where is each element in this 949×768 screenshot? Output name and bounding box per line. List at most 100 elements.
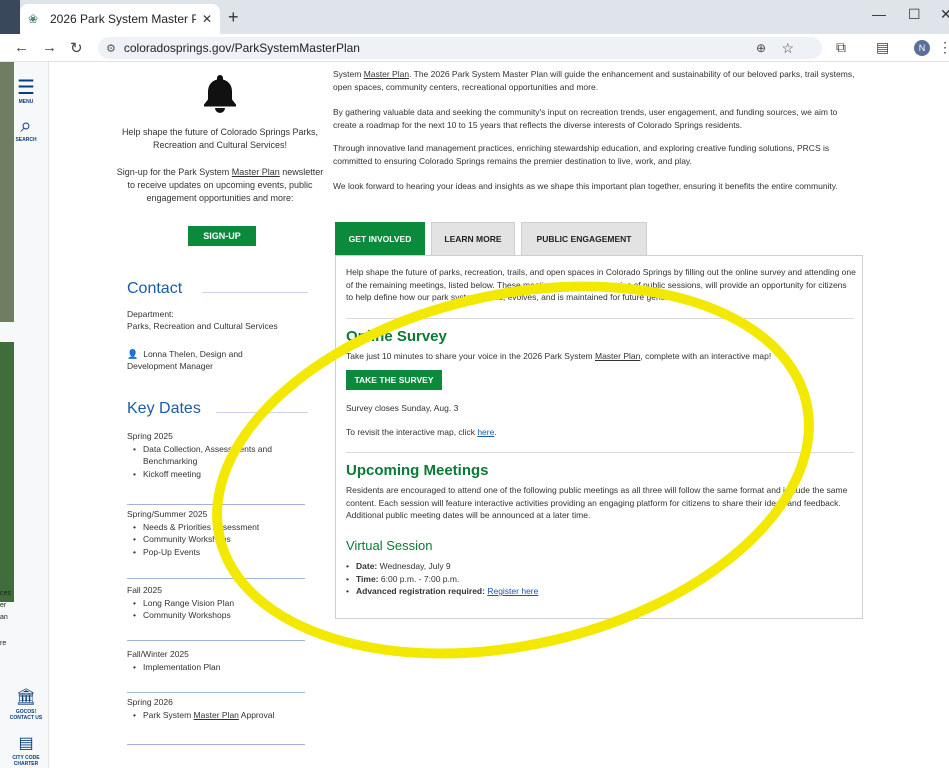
- key-date-item: Community Workshops: [127, 533, 297, 546]
- session-time: Time: 6:00 p.m. - 7:00 p.m.: [346, 573, 538, 586]
- tab-public-engagement[interactable]: PUBLIC ENGAGEMENT: [521, 222, 647, 255]
- panel-divider: [346, 452, 854, 453]
- key-date-period: Fall 2025 Long Range Vision Plan Communi…: [127, 584, 297, 622]
- search-button[interactable]: ⌕ SEARCH: [6, 116, 46, 143]
- key-date-period: Spring 2025 Data Collection, Assessments…: [127, 430, 297, 480]
- signup-button[interactable]: SIGN-UP: [188, 226, 256, 246]
- time-value: 6:00 p.m. - 7:00 p.m.: [378, 573, 460, 584]
- department-label: Department:: [127, 309, 174, 319]
- contact-person-name: Lonna Thelen, Design and Development Man…: [127, 349, 243, 371]
- revisit-text-post: .: [494, 427, 497, 437]
- heading-rule: [216, 412, 308, 413]
- tab-panel: Help shape the future of parks, recreati…: [335, 255, 863, 619]
- background-strip: [0, 0, 20, 34]
- survey-text: Take just 10 minutes to share your voice…: [346, 350, 856, 363]
- survey-closes-text: Survey closes Sunday, Aug. 3: [346, 403, 459, 413]
- tab-get-involved[interactable]: GET INVOLVED: [335, 222, 425, 255]
- background-image-strip: [0, 342, 14, 602]
- department-value: Parks, Recreation and Cultural Services: [127, 321, 278, 331]
- bookmark-star-icon[interactable]: ☆: [781, 40, 794, 57]
- key-date-label: Fall 2025: [127, 585, 162, 595]
- key-date-item: Data Collection, Assessments and Benchma…: [127, 443, 297, 468]
- key-date-item: Needs & Priorities Assessment: [127, 521, 297, 534]
- newsletter-text-master-plan: Master Plan: [231, 167, 280, 177]
- maximize-button[interactable]: ☐: [908, 6, 921, 23]
- date-label: Date:: [356, 561, 378, 571]
- key-date-divider: [127, 504, 305, 505]
- menu-button[interactable]: ☰ MENU: [6, 78, 46, 105]
- key-dates-heading: Key Dates: [127, 400, 201, 417]
- key-date-divider: [127, 578, 305, 579]
- intro-paragraph: Through innovative land management pract…: [333, 143, 830, 166]
- close-window-icon[interactable]: ✕: [940, 6, 949, 23]
- reading-mode-icon[interactable]: ▤: [876, 39, 889, 56]
- extensions-icon[interactable]: ⧉: [836, 39, 846, 56]
- contact-us-button[interactable]: 🏛 GOCOS! CONTACT US: [6, 688, 46, 721]
- key-date-label: Fall/Winter 2025: [127, 649, 189, 659]
- key-date-divider: [127, 692, 305, 693]
- key-date-item: Community Workshops: [127, 609, 297, 622]
- more-menu-icon[interactable]: ⋮: [938, 39, 949, 56]
- bell-icon: [204, 75, 236, 113]
- key-date-period: Fall/Winter 2025 Implementation Plan: [127, 648, 297, 673]
- intro-paragraph: We look forward to hearing your ideas an…: [333, 181, 838, 191]
- upcoming-meetings-heading: Upcoming Meetings: [346, 462, 489, 479]
- search-icon: ⌕: [20, 115, 32, 137]
- survey-text-post: , complete with an interactive map!: [640, 351, 772, 361]
- survey-text-pre: Take just 10 minutes to share your voice…: [346, 351, 595, 361]
- tab-close-icon[interactable]: ✕: [202, 12, 212, 26]
- government-building-icon: 🏛: [15, 689, 37, 706]
- back-arrow-icon[interactable]: ←: [14, 39, 29, 56]
- intro-text-pre: System: [333, 69, 364, 79]
- key-date-label: Spring 2026: [127, 697, 173, 707]
- session-date: Date: Wednesday, July 9: [346, 560, 538, 573]
- revisit-map-link[interactable]: here: [477, 427, 494, 437]
- site-favicon-icon: ❀: [28, 12, 39, 26]
- key-date-label: Spring/Summer 2025: [127, 509, 208, 519]
- time-label: Time:: [356, 573, 379, 584]
- minimize-button[interactable]: —: [872, 6, 886, 22]
- tab-learn-more[interactable]: LEARN MORE: [431, 222, 515, 255]
- online-survey-heading: Online Survey: [346, 328, 447, 345]
- key-date-item-master-plan: Master Plan: [193, 709, 239, 720]
- reload-icon[interactable]: ↻: [70, 39, 83, 57]
- revisit-map-text: To revisit the interactive map, click he…: [346, 426, 856, 439]
- person-icon: 👤: [127, 349, 139, 359]
- profile-avatar[interactable]: N: [914, 40, 930, 56]
- address-bar: ← → ↻ ⚙ coloradosprings.gov/ParkSystemMa…: [0, 34, 949, 62]
- contact-us-label: GOCOS! CONTACT US: [9, 709, 43, 721]
- intro-paragraph: By gathering valuable data and seeking t…: [333, 107, 838, 130]
- heading-rule: [202, 292, 308, 293]
- book-icon: ▤: [18, 735, 34, 752]
- url-field[interactable]: ⚙ coloradosprings.gov/ParkSystemMasterPl…: [98, 37, 822, 59]
- panel-divider: [346, 318, 854, 319]
- intro-paragraph: System Master Plan. The 2026 Park System…: [333, 68, 863, 93]
- new-tab-button[interactable]: +: [228, 7, 239, 28]
- content-tabs: GET INVOLVED LEARN MORE PUBLIC ENGAGEMEN…: [335, 222, 653, 255]
- site-side-nav: ☰ MENU ⌕ SEARCH ces er an re 🏛 GOCOS! CO…: [0, 62, 49, 768]
- menu-label: MENU: [18, 99, 34, 105]
- key-date-item-pre: Park System: [143, 709, 194, 720]
- url-text: coloradosprings.gov/ParkSystemMasterPlan: [123, 41, 360, 55]
- virtual-session-heading: Virtual Session: [346, 538, 433, 553]
- revisit-text-pre: To revisit the interactive map, click: [346, 427, 478, 437]
- date-value: Wednesday, July 9: [377, 561, 451, 571]
- hamburger-icon: ☰: [17, 77, 35, 99]
- edge-text-fragment: er: [0, 602, 7, 609]
- contact-heading: Contact: [127, 280, 183, 297]
- key-date-divider: [127, 640, 305, 641]
- key-date-item: Implementation Plan: [127, 661, 297, 674]
- register-link[interactable]: Register here: [487, 586, 538, 596]
- city-code-button[interactable]: ▤ CITY CODE CHARTER: [6, 734, 46, 767]
- tab-title: 2026 Park System Master Plan |: [50, 12, 196, 26]
- browser-tab[interactable]: ❀ 2026 Park System Master Plan | ✕: [20, 4, 220, 34]
- forward-arrow-icon[interactable]: →: [42, 39, 57, 56]
- take-survey-button[interactable]: TAKE THE SURVEY: [346, 370, 442, 390]
- panel-intro: Help shape the future of parks, recreati…: [346, 267, 856, 302]
- key-date-item: Pop-Up Events: [127, 546, 297, 559]
- zoom-icon[interactable]: ⊕: [756, 41, 766, 55]
- browser-tab-bar: ❀ 2026 Park System Master Plan | ✕ + — ☐…: [0, 0, 949, 34]
- site-settings-icon[interactable]: ⚙: [106, 42, 116, 55]
- survey-text-master-plan: Master Plan: [595, 351, 641, 361]
- key-date-item: Long Range Vision Plan: [127, 597, 297, 610]
